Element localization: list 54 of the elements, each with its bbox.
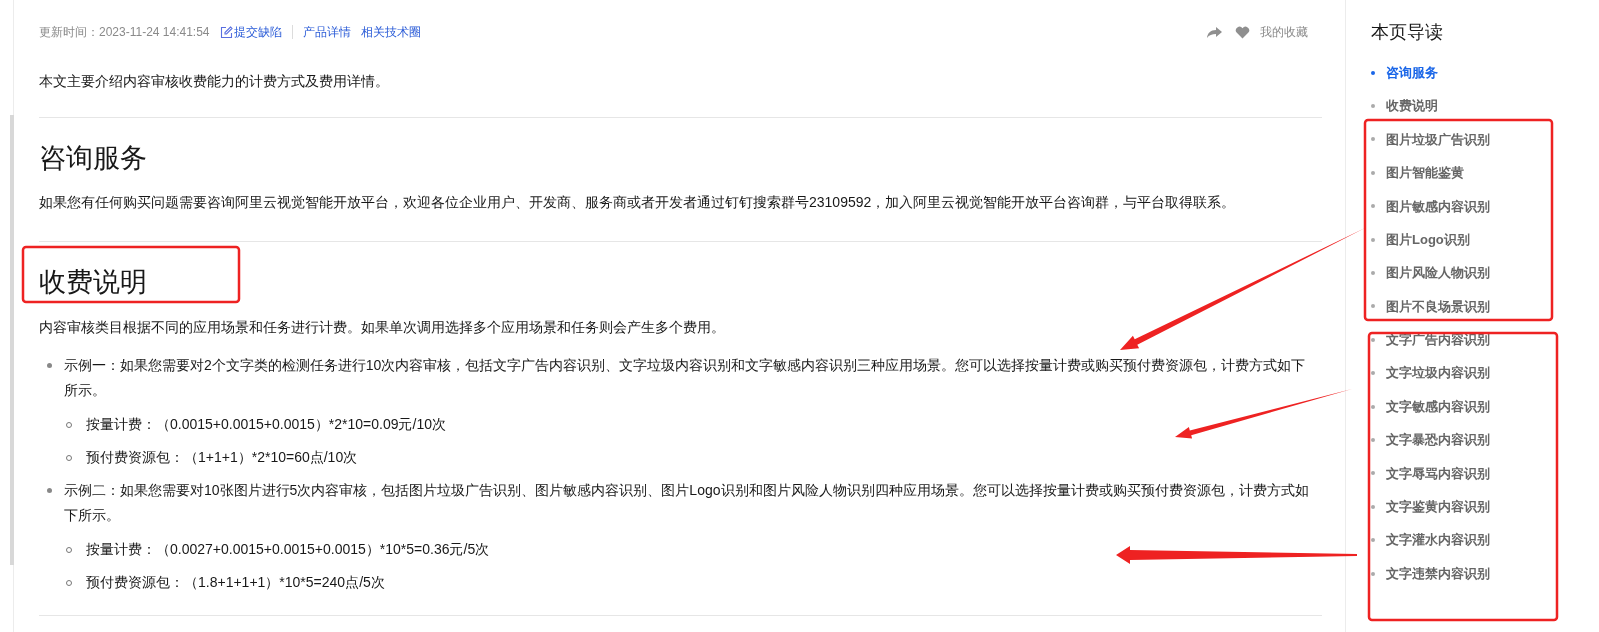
bullet-icon (1371, 471, 1375, 476)
toc-item[interactable]: 文字垃圾内容识别 (1386, 363, 1490, 383)
toc-item[interactable]: 文字灌水内容识别 (1386, 530, 1490, 550)
toc-item[interactable]: 咨询服务 (1386, 62, 1438, 83)
bullet-icon (47, 363, 52, 368)
share-icon[interactable] (1206, 25, 1223, 39)
bullet-icon (1371, 304, 1375, 309)
bullet-icon (1371, 204, 1375, 209)
bullet-icon (1371, 538, 1375, 543)
bullet-icon (1371, 137, 1375, 142)
bullet-icon (1371, 271, 1375, 276)
bullet-icon (47, 488, 52, 493)
bullet-icon (1371, 438, 1375, 442)
bullet-icon (1371, 371, 1375, 376)
intro-text: 本文主要介绍内容审核收费能力的计费方式及费用详情。 (39, 72, 390, 91)
toc-item[interactable]: 图片敏感内容识别 (1386, 196, 1490, 216)
toc-item[interactable]: 文字辱骂内容识别 (1386, 463, 1490, 484)
scrollbar[interactable] (10, 115, 14, 565)
list-text: 示例二：如果您需要对10张图片进行5次内容审核，包括图片垃圾广告识别、图片敏感内容识别、图片Logo识别和图片风险人物识别四种应用场景。您可以选择按量计费或购买预付费资源包，计费方式如下所示。 (64, 481, 1310, 525)
bullet-icon (1371, 70, 1375, 75)
toc-item[interactable]: 文字敏感内容识别 (1386, 396, 1490, 417)
bullet-icon (1371, 571, 1375, 576)
toc-item[interactable]: 文字违禁内容识别 (1386, 563, 1490, 584)
link[interactable]: 相关技术圈 (360, 23, 421, 41)
list-text: 按量计费：（0.0027+0.0015+0.0015+0.0015）*10*5=0.36元/5次 (86, 540, 490, 559)
list-text: 按量计费：（0.0015+0.0015+0.0015）*2*10=0.09元/10次 (86, 415, 446, 434)
link[interactable]: 产品详情 (302, 23, 351, 41)
edit-icon (219, 25, 233, 39)
list-text: 示例一：如果您需要对2个文字类的检测任务进行10次内容审核，包括文字广告内容识别、文字垃圾内容识别和文字敏感内容识别三种应用场景。您可以选择按量计费或购买预付费资源包，计费方式如下所示。 (64, 356, 1307, 400)
link[interactable]: 提交缺陷 (219, 23, 282, 41)
bullet-icon (1371, 337, 1375, 342)
toc-item[interactable]: 收费说明 (1386, 96, 1438, 116)
bullet-icon (1371, 170, 1375, 175)
bullet-icon (1371, 104, 1375, 109)
favorite-link[interactable]: 我的收藏 (1260, 23, 1308, 41)
update-time: 更新时间：2023-11-24 14:41:54 (39, 24, 210, 41)
section-heading: 收费说明 (39, 266, 147, 299)
paragraph: 如果您有任何购买问题需要咨询阿里云视觉智能开放平台，欢迎各位企业用户、开发商、服务商或者开发者通过钉钉搜索群号23109592，加入阿里云视觉智能开放平台咨询群，与平台取得联系。 (39, 193, 1237, 212)
toc-item[interactable]: 图片Logo识别 (1386, 229, 1470, 250)
bullet-icon (1371, 237, 1375, 242)
list-text: 预付费资源包：（1+1+1）*2*10=60点/10次 (86, 448, 358, 467)
bullet-icon (1371, 404, 1375, 409)
heart-icon[interactable] (1235, 25, 1250, 39)
paragraph: 内容审核类目根据不同的应用场景和任务进行计费。如果单次调用选择多个应用场景和任务则会产生多个费用。 (39, 318, 726, 337)
toc-title: 本页导读 (1371, 21, 1444, 44)
toc-item[interactable]: 文字鉴黄内容识别 (1386, 497, 1490, 517)
toc-item[interactable]: 图片智能鉴黄 (1386, 163, 1464, 183)
section-heading: 咨询服务 (39, 142, 147, 175)
toc-item[interactable]: 图片不良场景识别 (1386, 296, 1490, 317)
toc-item[interactable]: 图片垃圾广告识别 (1386, 129, 1490, 150)
bullet-icon (1371, 504, 1375, 509)
toc-item[interactable]: 图片风险人物识别 (1386, 263, 1490, 283)
toc-item[interactable]: 文字暴恐内容识别 (1386, 430, 1490, 450)
list-text: 预付费资源包：（1.8+1+1+1）*10*5=240点/5次 (86, 573, 385, 592)
